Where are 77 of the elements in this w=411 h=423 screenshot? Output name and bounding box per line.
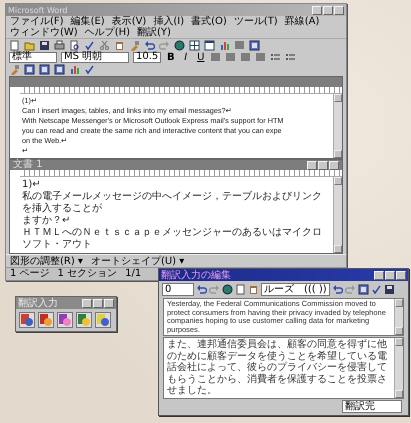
chart-icon[interactable] — [219, 40, 230, 50]
palette-title: 翻訳入力 — [18, 296, 58, 310]
document-title: 文書 1 — [13, 160, 43, 170]
scrollbar[interactable] — [333, 94, 342, 158]
previous-icon[interactable] — [196, 284, 207, 294]
paste-icon[interactable] — [248, 284, 259, 294]
scrollbar[interactable] — [333, 177, 342, 253]
menu-item[interactable]: ツール(T) — [234, 16, 278, 27]
maximize-button[interactable] — [323, 6, 333, 14]
minimize-button[interactable] — [374, 270, 384, 280]
back-icon[interactable] — [332, 284, 343, 294]
maximize-button[interactable] — [93, 298, 103, 308]
format-button[interactable]: B — [165, 52, 176, 62]
frame-icon[interactable] — [249, 40, 260, 50]
check-icon[interactable] — [84, 64, 95, 75]
maximize-button[interactable] — [318, 160, 328, 170]
document-line: ますか？↵ — [22, 215, 72, 227]
menu-item[interactable]: 翻訳(Y) — [137, 27, 171, 38]
menu-item[interactable]: ファイル(F) — [10, 16, 64, 27]
mode-dropdown[interactable]: ルーズ ((( )) — [261, 282, 330, 296]
menu-item[interactable]: 表示(V) — [112, 16, 146, 27]
menu-item[interactable]: 挿入(I) — [153, 16, 184, 27]
print-icon[interactable] — [54, 40, 65, 50]
document-line: 私の電子メールメッセージの中へイメージ，テーブルおよびリンクを挿入することが — [22, 191, 323, 215]
close-button[interactable] — [104, 298, 114, 308]
number-field[interactable]: 0 — [162, 282, 194, 296]
scrollbar[interactable] — [394, 299, 403, 335]
check-icon[interactable] — [370, 284, 382, 294]
minimize-button[interactable] — [307, 160, 317, 170]
font-box[interactable]: MS 明朝 — [61, 52, 129, 62]
frame-icon[interactable] — [24, 64, 35, 75]
font-size-box[interactable]: 10.5 — [133, 52, 162, 62]
window-icon[interactable] — [204, 40, 215, 50]
minimize-button[interactable] — [82, 298, 92, 308]
undo-icon[interactable] — [144, 40, 155, 50]
status-field: 翻訳完 — [342, 400, 402, 412]
align-left-icon[interactable] — [210, 52, 222, 62]
menu-item[interactable]: 罫線(A) — [284, 16, 320, 27]
cut-icon[interactable] — [99, 40, 110, 50]
scrollbar[interactable] — [394, 338, 403, 398]
bulleted-list-icon[interactable] — [270, 52, 282, 62]
save-icon[interactable] — [384, 284, 395, 294]
format-button[interactable]: U — [195, 52, 206, 62]
toolbar-menu[interactable]: 図形の調整(R) ▾ — [10, 254, 83, 268]
close-button[interactable] — [334, 6, 344, 14]
frame-icon[interactable] — [39, 64, 50, 75]
align-right-icon[interactable] — [240, 52, 252, 62]
align-center-icon[interactable] — [225, 52, 236, 62]
menu-item[interactable]: 編集(E) — [70, 16, 105, 27]
minimize-button[interactable] — [312, 6, 322, 14]
status-text: 1 ページ — [10, 268, 50, 280]
maximize-button[interactable] — [385, 270, 395, 280]
save-icon[interactable] — [39, 40, 50, 50]
menu-item[interactable]: ヘルプ(H) — [84, 27, 130, 38]
table-icon[interactable] — [189, 40, 200, 50]
close-button[interactable] — [329, 160, 339, 170]
toolbar-menu[interactable]: オートシェイプ(U) ▾ — [90, 254, 184, 268]
frame-icon[interactable] — [54, 64, 65, 75]
document-line: ＨＴＭＬへのＮｅｔｓｃａｐｅメッセンジャーのあるいはマイクロソフト・アウト — [22, 227, 323, 251]
frame-icon[interactable] — [358, 284, 369, 294]
paste-icon[interactable] — [114, 40, 125, 50]
justify-icon[interactable] — [255, 52, 266, 62]
close-button[interactable] — [396, 270, 406, 280]
window-title: Microsoft Word — [8, 6, 68, 14]
menu-item[interactable]: ウィンドウ(W) — [10, 27, 78, 38]
status-text: 1/1 — [125, 268, 142, 280]
chart-icon[interactable] — [69, 64, 80, 75]
dialog-title: 翻訳入力の編集 — [161, 268, 231, 282]
menu-item[interactable]: 書式(O) — [191, 16, 227, 27]
print-preview-icon[interactable] — [69, 40, 80, 50]
format-button[interactable]: I — [180, 52, 192, 62]
document-line: 1)↵ — [22, 179, 42, 191]
style-box[interactable]: 標準 — [9, 52, 57, 62]
status-text: 1 セクション — [58, 268, 118, 280]
numbered-list-icon[interactable] — [285, 52, 296, 62]
new-document-icon[interactable] — [9, 40, 20, 50]
spelling-check-icon[interactable] — [84, 40, 95, 50]
